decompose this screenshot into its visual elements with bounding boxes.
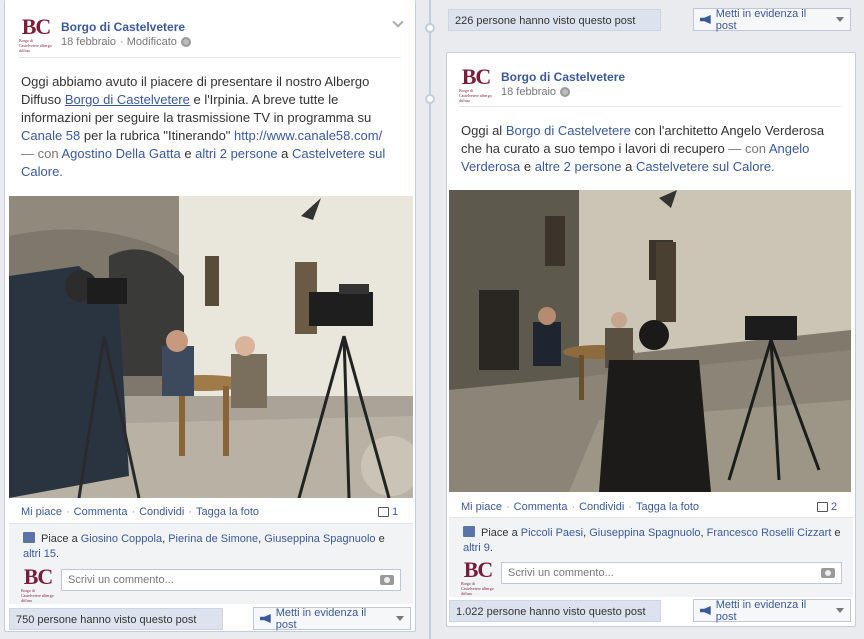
comment-count[interactable]: 1	[378, 506, 398, 518]
photo-scene-interview	[449, 190, 851, 492]
commenter-avatar: BC Borgo di Castelvetere albergo diffuso	[21, 563, 54, 603]
share-button[interactable]: Condividi	[579, 501, 624, 513]
url-link[interactable]: http://www.canale58.com/	[234, 128, 382, 143]
tag-photo-button[interactable]: Tagga la foto	[636, 501, 699, 513]
comment-icon	[378, 507, 389, 517]
like-button[interactable]: Mi piace	[461, 501, 502, 513]
place-link[interactable]: Castelvetere sul Calore.	[636, 159, 775, 174]
page-avatar[interactable]: BC Borgo di Castelvetere albergo diffuso	[19, 13, 53, 53]
comment-input[interactable]: Scrivi un commento...	[61, 569, 401, 591]
share-button[interactable]: Condividi	[139, 506, 184, 518]
post-modified[interactable]: · Modificato	[120, 36, 177, 48]
comment-count-label: 2	[831, 501, 838, 513]
thumbs-up-icon	[23, 532, 35, 543]
megaphone-icon	[260, 614, 271, 623]
like-button[interactable]: Mi piace	[21, 506, 62, 518]
promote-post-button[interactable]: Metti in evidenza il post	[693, 598, 851, 623]
liker-link[interactable]: Piccoli Paesi	[521, 527, 583, 539]
comment-input[interactable]: Scrivi un commento...	[501, 562, 842, 584]
logo-subtitle: Borgo di Castelvetere albergo diffuso	[19, 37, 52, 53]
views-counter: 750 persone hanno visto questo post	[9, 608, 223, 630]
comment-count[interactable]: 2	[817, 501, 837, 513]
post-actions: Mi piace · Commenta · Condividi · Tagga la …	[461, 501, 700, 513]
photo-scene-tv-interview	[9, 196, 413, 498]
post-photo[interactable]	[9, 196, 413, 498]
page-link[interactable]: Borgo di Castelvetere	[506, 123, 631, 138]
camera-icon[interactable]	[380, 575, 394, 585]
megaphone-icon	[700, 15, 711, 24]
promote-label: Metti in evidenza il post	[715, 7, 807, 32]
post-author[interactable]: Borgo di Castelvetere	[61, 20, 191, 34]
liker-link[interactable]: Giuseppina Spagnuolo	[264, 533, 375, 545]
timeline-dot	[425, 23, 435, 33]
liker-link[interactable]: Francesco Roselli Cizzart	[707, 527, 832, 539]
post-card: BC Borgo di Castelvetere albergo diffuso…	[4, 0, 416, 632]
thumbs-up-icon	[463, 526, 475, 537]
views-label: 1.022 persone hanno visto questo post	[456, 606, 646, 618]
camera-icon[interactable]	[821, 568, 835, 578]
comment-count-label: 1	[392, 506, 399, 518]
megaphone-icon	[700, 606, 711, 615]
post-photo[interactable]	[449, 190, 851, 492]
post-date[interactable]: 18 febbraio	[501, 86, 556, 98]
likes-more-link[interactable]: altri 15	[23, 548, 56, 560]
commenter-avatar: BC Borgo di Castelvetere albergo diffuso	[461, 556, 494, 596]
post-date[interactable]: 18 febbraio	[61, 36, 116, 48]
canale-link[interactable]: Canale 58	[21, 128, 80, 143]
chevron-down-icon	[836, 17, 844, 22]
post-options-chevron-icon[interactable]	[392, 16, 404, 28]
views-counter: 1.022 persone hanno visto questo post	[449, 600, 661, 622]
views-counter: 226 persone hanno visto questo post	[448, 9, 661, 31]
post-header: BC Borgo di Castelvetere albergo diffuso …	[459, 65, 625, 103]
liker-link[interactable]: Giuseppina Spagnuolo	[589, 527, 700, 539]
liker-link[interactable]: Pierina de Simone	[168, 533, 258, 545]
post-header: BC Borgo di Castelvetere albergo diffuso…	[19, 13, 191, 53]
tag-photo-button[interactable]: Tagga la foto	[196, 506, 259, 518]
promote-label: Metti in evidenza il post	[715, 598, 807, 623]
globe-icon	[560, 87, 571, 97]
likes-summary: Piace a Piccoli Paesi, Giuseppina Spagnu…	[463, 526, 841, 554]
liker-link[interactable]: Giosino Coppola	[81, 533, 162, 545]
comment-button[interactable]: Commenta	[514, 501, 568, 513]
timeline-dot	[425, 94, 435, 104]
logo-initials: BC	[21, 13, 52, 39]
post-actions: Mi piace · Commenta · Condividi · Tagga la …	[21, 506, 260, 518]
divider	[459, 106, 841, 107]
views-label: 226 persone hanno visto questo post	[455, 15, 636, 27]
chevron-down-icon	[396, 616, 404, 621]
promote-label: Metti in evidenza il post	[275, 606, 367, 631]
tagged-person-link[interactable]: Agostino Della Gatta	[61, 146, 180, 161]
post-text: Oggi abbiamo avuto il piacere di present…	[21, 74, 386, 179]
divider	[19, 57, 401, 58]
comment-icon	[817, 502, 828, 512]
post-text: Oggi al Borgo di Castelvetere con l'arch…	[461, 123, 825, 174]
promote-post-button[interactable]: Metti in evidenza il post	[253, 606, 411, 631]
post-author[interactable]: Borgo di Castelvetere	[501, 70, 625, 84]
tagged-others-link[interactable]: altre 2 persone	[535, 159, 622, 174]
page-avatar[interactable]: BC Borgo di Castelvetere albergo diffuso	[459, 65, 493, 103]
views-label: 750 persone hanno visto questo post	[16, 614, 197, 626]
post-card: BC Borgo di Castelvetere albergo diffuso …	[446, 52, 856, 627]
page-link[interactable]: Borgo di Castelvetere	[65, 92, 190, 107]
likes-summary: Piace a Giosino Coppola, Pierina de Simo…	[23, 532, 385, 560]
tagged-others-link[interactable]: altri 2 persone	[195, 146, 277, 161]
chevron-down-icon	[836, 608, 844, 613]
promote-post-button[interactable]: Metti in evidenza il post	[693, 7, 851, 32]
comment-button[interactable]: Commenta	[74, 506, 128, 518]
likes-more-link[interactable]: altri 9	[463, 542, 490, 554]
globe-icon	[180, 37, 191, 47]
